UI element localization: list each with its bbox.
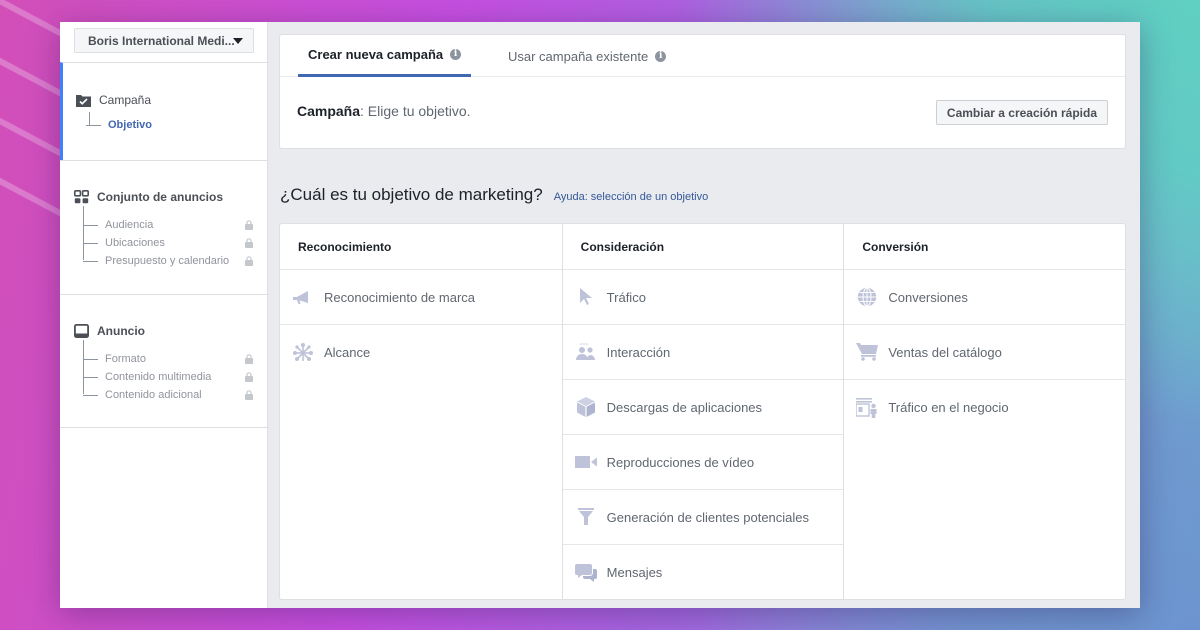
lock-icon [245,256,253,266]
sidebar-section-ad[interactable]: Anuncio Formato Contenido multimedia Con… [60,294,267,428]
objective-label: Reconocimiento de marca [324,289,476,305]
sidebar-item-label: Presupuesto y calendario [105,255,230,267]
campaign-objective-line: Campaña: Elige tu objetivo. [297,103,471,119]
box-icon [575,397,597,417]
objective-generacion-de-clientes-potenciales[interactable]: Generación de clientes potenciales [562,490,844,545]
campaign-card: Crear nueva campaña i Usar campaña exist… [279,34,1126,149]
globe-icon [856,287,878,307]
cart-icon [856,342,879,362]
objective-conversiones[interactable]: Conversiones [844,270,1126,325]
sidebar-section-header[interactable]: Conjunto de anuncios [74,190,223,204]
tree-branch [83,242,98,244]
campaign-tabs: Crear nueva campaña i Usar campaña exist… [280,35,1125,77]
marketing-objective-heading: ¿Cuál es tu objetivo de marketing? Ayuda… [280,185,708,205]
sidebar-item-label: Objetivo [108,119,153,131]
column-consideracion: Consideración Tráfico Interacción Descar… [561,224,844,600]
objective-trafico-en-el-negocio[interactable]: Tráfico en el negocio [844,380,1125,435]
objective-label: Alcance [324,345,371,360]
tree-branch [86,124,101,126]
objective-reconocimiento-de-marca[interactable]: Reconocimiento de marca [280,270,562,325]
tab-usar-campana-existente[interactable]: Usar campaña existente i [498,35,676,77]
column-header: Consideración [562,224,844,270]
sidebar-item-audiencia[interactable]: Audiencia [83,216,255,234]
tree-branch [83,358,98,360]
lock-icon [245,220,253,230]
info-icon[interactable]: i [655,50,667,62]
folder-check-icon [76,93,91,107]
account-name: Boris International Medi... [88,33,235,48]
objective-label: Interacción [606,344,671,360]
ads-manager-window: Boris International Medi... Campaña Obje… [60,22,1140,608]
sidebar-section-header[interactable]: Campaña [76,93,151,107]
sidebar-item-label: Contenido multimedia [105,371,212,383]
tree-branch [83,260,98,262]
caret-down-icon [233,38,243,44]
lock-icon [245,372,253,382]
campaign-label: Campaña [297,103,361,119]
sidebar-item-presupuesto[interactable]: Presupuesto y calendario [83,252,255,270]
objectives-grid: Reconocimiento Reconocimiento de marca A… [279,223,1126,600]
tree-branch [83,394,98,396]
people-icon [575,342,597,362]
objective-ventas-del-catalogo[interactable]: Ventas del catálogo [844,325,1126,380]
info-icon[interactable]: i [450,49,462,60]
objective-interaccion[interactable]: Interacción [562,325,844,380]
objective-reproducciones-de-video[interactable]: Reproducciones de vídeo [562,435,844,490]
objective-label: Mensajes [606,565,663,580]
tree-branch [83,224,98,226]
sidebar-item-contenido-multimedia[interactable]: Contenido multimedia [83,368,255,386]
chat-bubbles-icon [574,563,597,583]
lock-icon [245,354,253,364]
sidebar-section-adset[interactable]: Conjunto de anuncios Audiencia Ubicacion… [60,160,267,294]
help-link[interactable]: Ayuda: selección de un objetivo [554,191,709,203]
tree-branch [83,376,98,378]
objective-label: Tráfico en el negocio [888,400,1009,415]
reach-icon [292,342,314,363]
quick-creation-button[interactable]: Cambiar a creación rápida [935,100,1108,125]
sidebar-item-label: Audiencia [105,219,154,231]
tab-label: Usar campaña existente [508,48,649,64]
sidebar: Boris International Medi... Campaña Obje… [60,22,268,608]
sidebar-item-ubicaciones[interactable]: Ubicaciones [83,234,255,252]
question-text: ¿Cuál es tu objetivo de marketing? [280,185,543,204]
objective-alcance[interactable]: Alcance [280,325,562,380]
megaphone-icon [292,287,314,307]
monitor-icon [73,323,89,338]
objective-label: Generación de clientes potenciales [606,509,810,525]
objective-label: Conversiones [888,289,968,305]
sidebar-item-label: Ubicaciones [105,237,165,249]
tab-crear-nueva-campana[interactable]: Crear nueva campaña i [298,35,472,77]
funnel-icon [575,507,597,527]
sidebar-item-formato[interactable]: Formato [83,350,255,368]
objective-label: Ventas del catálogo [888,344,1002,360]
objective-trafico[interactable]: Tráfico [562,270,844,325]
sidebar-item-label: Formato [105,353,146,365]
account-selector[interactable]: Boris International Medi... [74,28,254,53]
column-conversion: Conversión Conversiones Ventas del catál… [843,224,1126,599]
section-title: Campaña [99,93,152,107]
tab-label: Crear nueva campaña [308,47,444,62]
column-reconocimiento: Reconocimiento Reconocimiento de marca A… [280,224,562,599]
objective-label: Tráfico [606,289,646,305]
campaign-text: : Elige tu objetivo. [360,103,471,119]
sidebar-section-campaign[interactable]: Campaña Objetivo [60,62,267,160]
objective-descargas-de-aplicaciones[interactable]: Descargas de aplicaciones [562,380,844,435]
sidebar-item-objetivo[interactable]: Objetivo [86,116,258,134]
sidebar-item-label: Contenido adicional [105,389,202,401]
section-title: Anuncio [97,324,145,338]
section-title: Conjunto de anuncios [97,190,223,204]
column-header: Conversión [844,224,1126,270]
sidebar-section-header[interactable]: Anuncio [73,323,145,338]
grid-icon [74,190,90,204]
video-camera-icon [574,452,597,472]
objective-label: Descargas de aplicaciones [606,399,763,415]
store-icon [856,397,878,418]
cursor-icon [575,287,597,307]
sidebar-item-contenido-adicional[interactable]: Contenido adicional [83,386,255,404]
column-header: Reconocimiento [280,224,562,270]
lock-icon [245,390,253,400]
objective-mensajes[interactable]: Mensajes [563,545,844,600]
objective-label: Reproducciones de vídeo [606,454,755,470]
lock-icon [245,238,253,248]
